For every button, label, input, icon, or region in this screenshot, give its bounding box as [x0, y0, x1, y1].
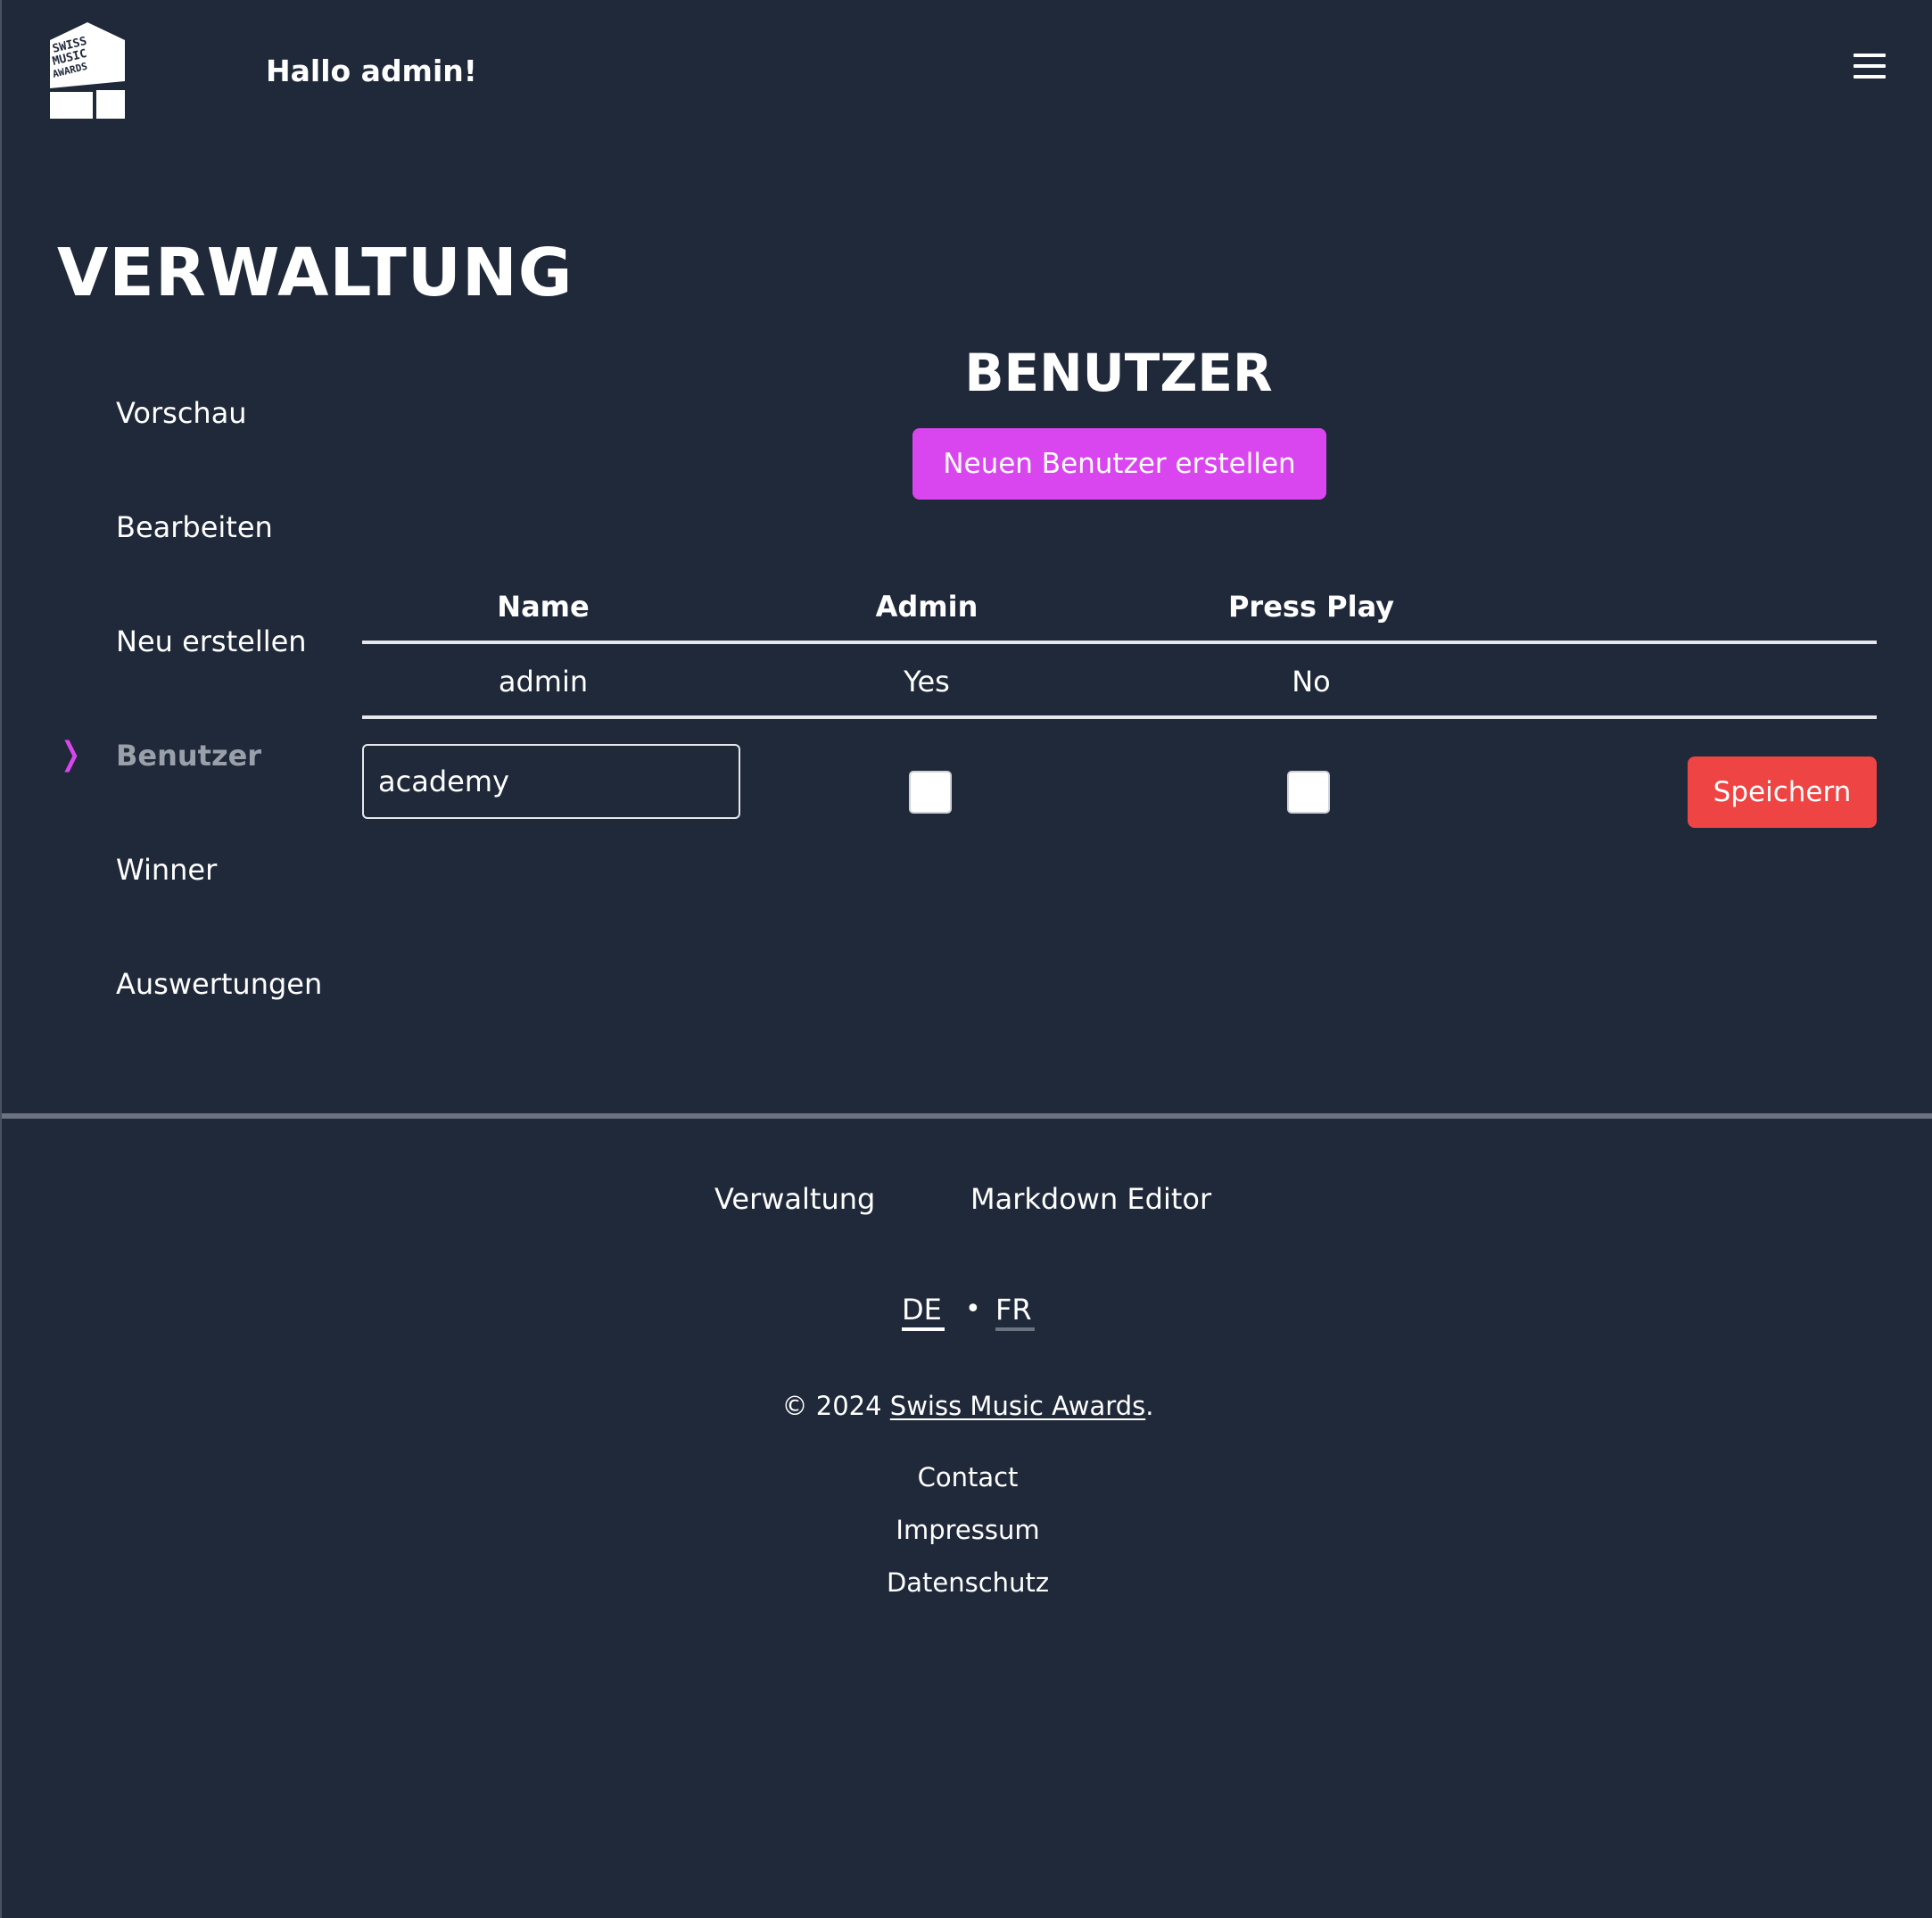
sidebar-item-neu-erstellen[interactable]: Neu erstellen [116, 622, 307, 661]
press-play-checkbox[interactable] [1287, 771, 1330, 814]
table-header-divider [362, 641, 1877, 644]
section-title: BENUTZER [964, 343, 1273, 403]
footer-link-impressum[interactable]: Impressum [896, 1515, 1039, 1545]
page-title: VERWALTUNG [57, 235, 574, 311]
copyright: © 2024 Swiss Music Awards. [2, 1388, 1932, 1424]
sidebar-item-vorschau[interactable]: Vorschau [116, 393, 247, 433]
language-fr-underline [995, 1327, 1035, 1331]
admin-page: SWISS MUSIC AWARDS Hallo admin! VERWALTU… [0, 0, 1932, 1918]
language-de[interactable]: DE [902, 1290, 942, 1329]
footer-link-impressum-row: Impressum [2, 1512, 1932, 1548]
language-fr[interactable]: FR [995, 1290, 1032, 1329]
footer-link-contact[interactable]: Contact [918, 1462, 1019, 1492]
copyright-link[interactable]: Swiss Music Awards [890, 1391, 1145, 1421]
hamburger-menu-icon[interactable] [1852, 52, 1893, 82]
cell-admin: Yes [904, 665, 950, 699]
create-user-button[interactable]: Neuen Benutzer erstellen [912, 428, 1326, 500]
column-header-admin: Admin [875, 590, 978, 624]
footer-link-markdown-editor[interactable]: Markdown Editor [970, 1179, 1211, 1219]
copyright-suffix: . [1145, 1391, 1154, 1421]
sidebar-item-benutzer[interactable]: Benutzer [116, 736, 261, 775]
sidebar-item-bearbeiten[interactable]: Bearbeiten [116, 508, 273, 547]
copyright-prefix: © 2024 [781, 1391, 882, 1421]
column-header-name: Name [497, 590, 590, 624]
footer-link-datenschutz-row: Datenschutz [2, 1565, 1932, 1600]
footer-divider [2, 1113, 1932, 1119]
greeting: Hallo admin! [266, 54, 477, 88]
save-button[interactable]: Speichern [1688, 756, 1877, 828]
new-user-name-input[interactable] [362, 744, 740, 819]
language-de-underline [902, 1327, 945, 1331]
cell-press-play: No [1292, 665, 1331, 699]
swiss-music-awards-logo[interactable]: SWISS MUSIC AWARDS [48, 22, 127, 120]
footer-link-datenschutz[interactable]: Datenschutz [887, 1567, 1049, 1598]
cell-name: admin [498, 665, 589, 699]
column-header-press-play: Press Play [1227, 590, 1395, 624]
sidebar-item-auswertungen[interactable]: Auswertungen [116, 964, 322, 1004]
admin-checkbox[interactable] [909, 771, 952, 814]
footer-link-verwaltung[interactable]: Verwaltung [714, 1179, 875, 1219]
language-separator: • [965, 1294, 981, 1325]
table-row-divider [362, 715, 1877, 719]
sidebar-item-winner[interactable]: Winner [116, 850, 217, 889]
active-chevron-icon: ❭ [57, 736, 85, 773]
footer-link-contact-row: Contact [2, 1459, 1932, 1495]
